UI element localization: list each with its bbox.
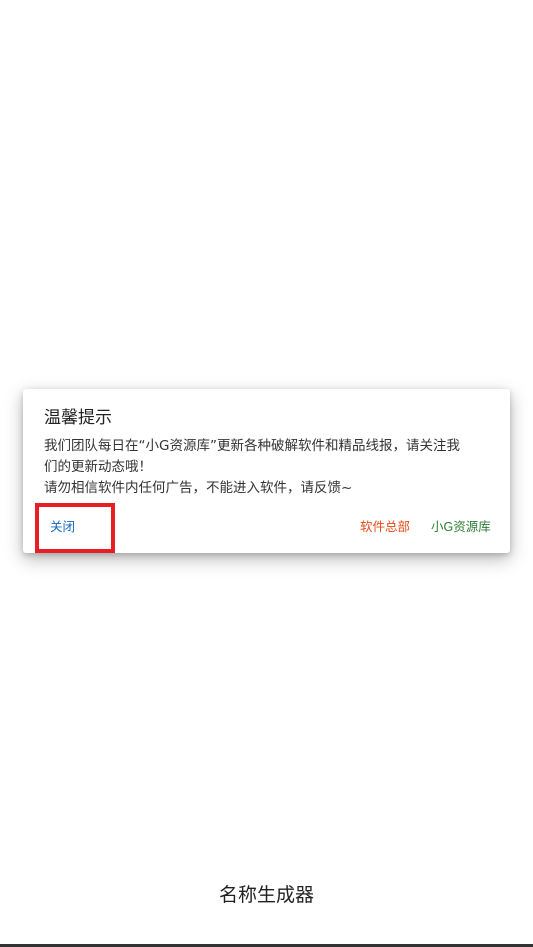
dialog-title: 温馨提示 <box>44 408 112 428</box>
close-button[interactable]: 关闭 <box>50 519 75 535</box>
software-hq-button[interactable]: 软件总部 <box>360 519 410 535</box>
dialog-message-line: 我们团队每日在“小G资源库”更新各种破解软件和精品线报，请关注我 <box>44 438 460 454</box>
resource-library-button[interactable]: 小G资源库 <box>431 519 491 535</box>
app-title: 名称生成器 <box>218 884 314 906</box>
app-screen: 温馨提示 我们团队每日在“小G资源库”更新各种破解软件和精品线报，请关注我 们的… <box>0 0 533 947</box>
dialog-message: 我们团队每日在“小G资源库”更新各种破解软件和精品线报，请关注我 们的更新动态哦… <box>44 436 489 499</box>
dialog-message-line: 们的更新动态哦！ <box>44 459 152 475</box>
notice-dialog: 温馨提示 我们团队每日在“小G资源库”更新各种破解软件和精品线报，请关注我 们的… <box>23 389 510 553</box>
dialog-message-line: 请勿相信软件内任何广告，不能进入软件，请反馈~ <box>44 480 353 496</box>
